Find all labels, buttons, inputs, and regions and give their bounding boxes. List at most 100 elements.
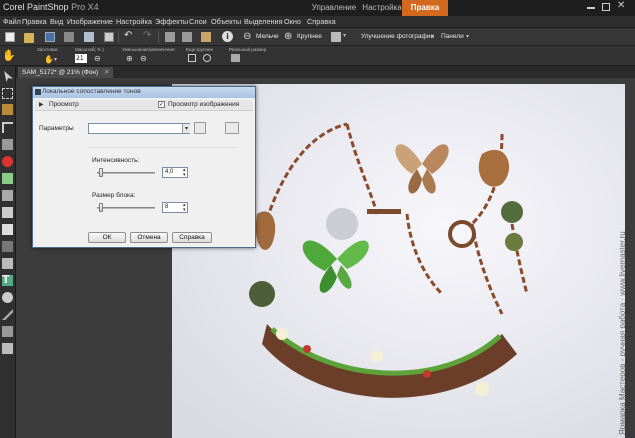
preview-toggle[interactable]: Просмотр: [49, 101, 79, 108]
hand-preset-icon[interactable]: ✋: [44, 55, 54, 64]
save-preset-icon[interactable]: [194, 122, 206, 134]
selection-tool-icon[interactable]: [2, 88, 13, 99]
zoom-label: Масштаб( % ): [75, 47, 104, 52]
dialog-title-bar[interactable]: Локальное сопоставление тонов: [33, 87, 255, 98]
intensity-label: Интенсивность:: [92, 157, 140, 164]
dialog-title: Локальное сопоставление тонов: [42, 88, 141, 95]
menu-adjust[interactable]: Настройка: [116, 17, 152, 26]
standard-toolbar: ↶ ↷ i ⊖ Мельче ⊕ Крупнее ▾ Улучшение фот…: [0, 28, 635, 46]
undo-icon[interactable]: ↶: [124, 30, 132, 41]
title-bar: Corel PaintShop Pro X4 Управление Настро…: [0, 0, 635, 16]
zoom-in-label[interactable]: Крупнее: [297, 33, 322, 40]
info-icon[interactable]: i: [222, 31, 233, 42]
ok-button[interactable]: ОК: [88, 232, 126, 243]
minimize-icon[interactable]: [587, 7, 595, 9]
menu-file[interactable]: Файл: [3, 17, 21, 26]
open-folder-icon[interactable]: [24, 33, 34, 43]
menu-objects[interactable]: Объекты: [211, 17, 241, 26]
menu-help[interactable]: Справка: [307, 17, 336, 26]
maximize-icon[interactable]: [602, 3, 610, 11]
close-icon[interactable]: ✕: [104, 69, 109, 76]
zoom-field[interactable]: 21: [75, 54, 87, 63]
eraser-tool-icon[interactable]: [2, 224, 13, 235]
chevron-down-icon: ▾: [431, 33, 435, 40]
panels-menu[interactable]: Панели: [441, 33, 464, 40]
help-button[interactable]: Справка: [172, 232, 212, 243]
zoom-out-small-icon[interactable]: ⊖: [140, 54, 147, 63]
redo-icon[interactable]: ↷: [143, 30, 151, 41]
menu-edit[interactable]: Правка: [22, 17, 47, 26]
pan-tool-icon: ✋: [2, 49, 16, 62]
clone-tool-icon[interactable]: [2, 190, 13, 201]
paste-icon[interactable]: [201, 32, 211, 42]
cut-icon[interactable]: [165, 32, 175, 42]
params-select[interactable]: [88, 123, 190, 134]
close-icon[interactable]: ✕: [617, 0, 625, 11]
menu-image[interactable]: Изображение: [67, 17, 113, 26]
intensity-stepper[interactable]: ▴ ▾: [183, 168, 186, 178]
chevron-down-icon[interactable]: ▾: [54, 56, 57, 63]
params-label: Параметры: [39, 125, 74, 132]
new-file-icon[interactable]: [5, 32, 15, 42]
crop-tool-icon[interactable]: [2, 122, 13, 133]
expand-arrow-icon[interactable]: ▶: [39, 101, 44, 108]
save-icon[interactable]: [45, 32, 55, 42]
block-size-slider-track[interactable]: [97, 207, 155, 209]
app-brand: Corel: [3, 2, 25, 12]
watermark-text: Ярмарка Мастеров - ручная работа · www.l…: [618, 231, 627, 435]
screen-mode-icon[interactable]: [331, 32, 341, 42]
menu-window[interactable]: Окно: [284, 17, 301, 26]
tab-adjust[interactable]: Настройка: [362, 0, 402, 16]
block-size-stepper[interactable]: ▴ ▾: [183, 203, 186, 213]
menu-layers[interactable]: Слои: [189, 17, 207, 26]
app-logo: Corel PaintShop Pro X4: [3, 2, 99, 12]
red-eye-tool-icon[interactable]: [2, 156, 13, 167]
pen-tool-icon[interactable]: [2, 309, 13, 320]
picture-tube-icon[interactable]: [2, 343, 13, 354]
menu-effects[interactable]: Эффекты: [155, 17, 188, 26]
app-version: Pro X4: [71, 2, 99, 12]
intensity-slider-thumb[interactable]: [99, 168, 103, 177]
image-preview-checkbox[interactable]: ✓: [158, 101, 165, 108]
zoom-out-label[interactable]: Мельче: [256, 33, 279, 40]
fit-window-icon[interactable]: [188, 54, 196, 62]
actual-size-icon[interactable]: [231, 54, 240, 62]
smudge-tool-icon[interactable]: [2, 258, 13, 269]
document-tab[interactable]: SAM_5172* @ 21% (Фон) ✕: [18, 67, 114, 78]
reset-icon[interactable]: [225, 122, 239, 134]
pick-tool-icon[interactable]: [4, 71, 13, 82]
menu-selections[interactable]: Выделения: [244, 17, 283, 26]
email-icon[interactable]: [84, 32, 94, 42]
menu-view[interactable]: Вид: [50, 17, 63, 26]
preset-shape-icon[interactable]: [2, 292, 13, 303]
cancel-button[interactable]: Отмена: [130, 232, 168, 243]
makeover-tool-icon[interactable]: [2, 173, 13, 184]
paint-brush-icon[interactable]: [2, 207, 13, 218]
dropper-tool-icon[interactable]: [2, 104, 13, 115]
chevron-down-icon[interactable]: ▾: [343, 32, 346, 39]
save-as-icon[interactable]: [64, 32, 74, 42]
enhance-photo-menu[interactable]: Улучшение фотографии: [361, 33, 434, 40]
tab-manage[interactable]: Управление: [306, 0, 362, 16]
dodge-tool-icon[interactable]: [2, 241, 13, 252]
zoom-in-icon[interactable]: ⊕: [284, 31, 292, 42]
zoom-out-icon[interactable]: ⊖: [243, 31, 251, 42]
tab-edit[interactable]: Правка: [402, 0, 448, 16]
zoom-out-small-icon[interactable]: ⊖: [94, 54, 101, 63]
intensity-slider-track[interactable]: [97, 172, 155, 174]
block-size-slider-thumb[interactable]: [99, 203, 103, 212]
app-product: PaintShop: [27, 2, 69, 12]
fit-image-icon[interactable]: [203, 54, 211, 62]
zoom-in-small-icon[interactable]: ⊕: [126, 54, 133, 63]
block-size-label: Размер блока:: [92, 192, 136, 199]
tools-panel: T: [0, 66, 16, 438]
warp-brush-icon[interactable]: [2, 326, 13, 337]
preview-bar: ▶ Просмотр ✓ Просмотр изображения: [35, 100, 253, 111]
text-tool-icon[interactable]: T: [2, 273, 10, 286]
copy-icon[interactable]: [182, 32, 192, 42]
chevron-down-icon[interactable]: ▾: [182, 124, 190, 133]
more-larger-label: Еще крупнее: [186, 47, 214, 52]
straighten-tool-icon[interactable]: [2, 139, 13, 150]
window-controls: ✕: [585, 0, 629, 13]
print-icon[interactable]: [104, 32, 114, 42]
